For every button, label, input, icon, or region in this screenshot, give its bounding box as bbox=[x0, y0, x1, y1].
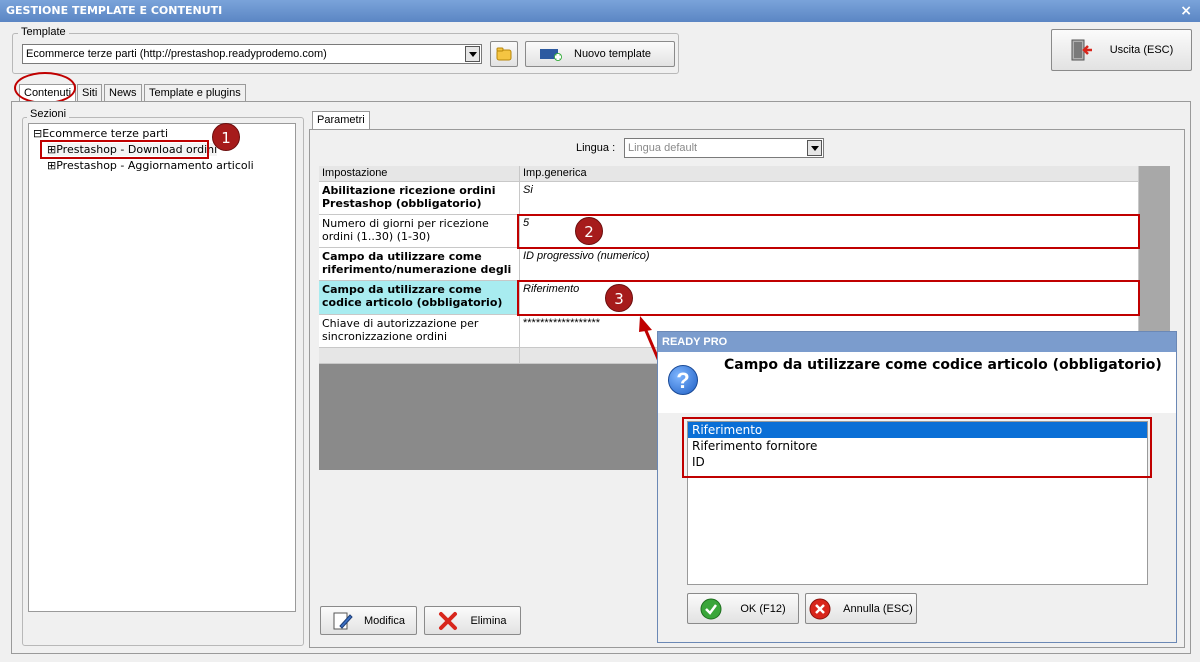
ready-pro-dialog: READY PRO ? Campo da utilizzare come cod… bbox=[657, 331, 1177, 643]
tab-siti[interactable]: Siti bbox=[77, 84, 103, 102]
row-label[interactable]: Chiave di autorizzazione per sincronizza… bbox=[319, 315, 520, 348]
new-template-icon bbox=[540, 49, 562, 61]
collapse-icon[interactable]: ⊟ bbox=[33, 127, 42, 140]
check-icon bbox=[700, 598, 722, 619]
row-value[interactable]: ID progressivo (numerico) bbox=[520, 248, 1139, 281]
row-label[interactable]: Numero di giorni per ricezione ordini (1… bbox=[319, 215, 520, 248]
exit-label: Uscita (ESC) bbox=[1109, 44, 1174, 56]
dialog-question: Campo da utilizzare come codice articolo… bbox=[724, 357, 1162, 373]
question-icon: ? bbox=[668, 365, 698, 395]
highlight-box-options bbox=[682, 417, 1152, 478]
chevron-down-icon[interactable] bbox=[465, 46, 480, 62]
elimina-button[interactable]: Elimina bbox=[424, 606, 521, 635]
highlight-box-1 bbox=[40, 140, 209, 159]
new-template-button[interactable]: Nuovo template bbox=[525, 41, 675, 67]
exit-button[interactable]: Uscita (ESC) bbox=[1051, 29, 1192, 71]
edit-icon bbox=[333, 612, 353, 629]
modifica-label: Modifica bbox=[364, 614, 405, 627]
open-template-button[interactable] bbox=[490, 41, 518, 67]
row-value[interactable]: Si bbox=[520, 182, 1139, 215]
tree-root-label: Ecommerce terze parti bbox=[42, 127, 168, 140]
new-template-label: Nuovo template bbox=[574, 48, 652, 60]
tab-label: Template e plugins bbox=[149, 87, 241, 99]
window-titlebar: GESTIONE TEMPLATE E CONTENUTI × bbox=[0, 0, 1200, 22]
elimina-label: Elimina bbox=[470, 614, 507, 627]
row-label[interactable]: Campo da utilizzare come riferimento/num… bbox=[319, 248, 520, 281]
template-select[interactable]: Ecommerce terze parti (http://prestashop… bbox=[22, 44, 482, 64]
cancel-button[interactable]: Annulla (ESC) bbox=[805, 593, 917, 624]
row-label-selected[interactable]: Campo da utilizzare come codice articolo… bbox=[319, 281, 520, 315]
chevron-down-icon[interactable] bbox=[807, 140, 822, 156]
row-label[interactable]: Abilitazione ricezione ordini Prestashop… bbox=[319, 182, 520, 215]
exit-door-icon bbox=[1071, 39, 1092, 61]
lingua-select-value: Lingua default bbox=[628, 142, 698, 154]
step-badge-1: 1 bbox=[212, 123, 240, 151]
template-select-value: Ecommerce terze parti (http://prestashop… bbox=[26, 48, 327, 60]
tab-label: Siti bbox=[82, 87, 98, 99]
contenuti-highlight-circle bbox=[14, 72, 76, 104]
header-impostazione: Impostazione bbox=[319, 166, 520, 182]
delete-x-icon bbox=[439, 611, 458, 630]
expand-icon[interactable]: ⊞ bbox=[47, 159, 56, 172]
step-badge-2: 2 bbox=[575, 217, 603, 245]
header-imp-generica: Imp.generica bbox=[520, 166, 1139, 182]
tab-parametri[interactable]: Parametri bbox=[312, 111, 370, 130]
row-empty bbox=[319, 348, 520, 364]
tree-root[interactable]: ⊟Ecommerce terze parti bbox=[33, 127, 168, 140]
close-icon[interactable]: × bbox=[1180, 0, 1192, 22]
tab-label: News bbox=[109, 87, 137, 99]
tab-news[interactable]: News bbox=[104, 84, 142, 102]
cancel-label: Annulla (ESC) bbox=[843, 602, 913, 615]
cancel-x-icon bbox=[809, 598, 831, 619]
tree-item-aggiornamento-articoli[interactable]: ⊞Prestashop - Aggiornamento articoli bbox=[47, 159, 254, 172]
lingua-label: Lingua : bbox=[576, 142, 616, 154]
sections-legend: Sezioni bbox=[27, 108, 70, 120]
highlight-box-2 bbox=[517, 214, 1140, 249]
tab-label: Parametri bbox=[317, 114, 365, 126]
step-badge-3: 3 bbox=[605, 284, 633, 312]
window-title: GESTIONE TEMPLATE E CONTENUTI bbox=[6, 4, 223, 17]
ok-button[interactable]: OK (F12) bbox=[687, 593, 799, 624]
template-legend: Template bbox=[18, 26, 69, 38]
dialog-titlebar: READY PRO bbox=[658, 332, 1176, 352]
lingua-select[interactable]: Lingua default bbox=[624, 138, 824, 158]
tree-item-label: Prestashop - Aggiornamento articoli bbox=[56, 159, 254, 172]
ok-label: OK (F12) bbox=[740, 602, 786, 615]
folder-icon bbox=[496, 47, 512, 61]
sections-tree[interactable] bbox=[28, 123, 296, 612]
tab-template-plugins[interactable]: Template e plugins bbox=[144, 84, 246, 102]
modifica-button[interactable]: Modifica bbox=[320, 606, 417, 635]
